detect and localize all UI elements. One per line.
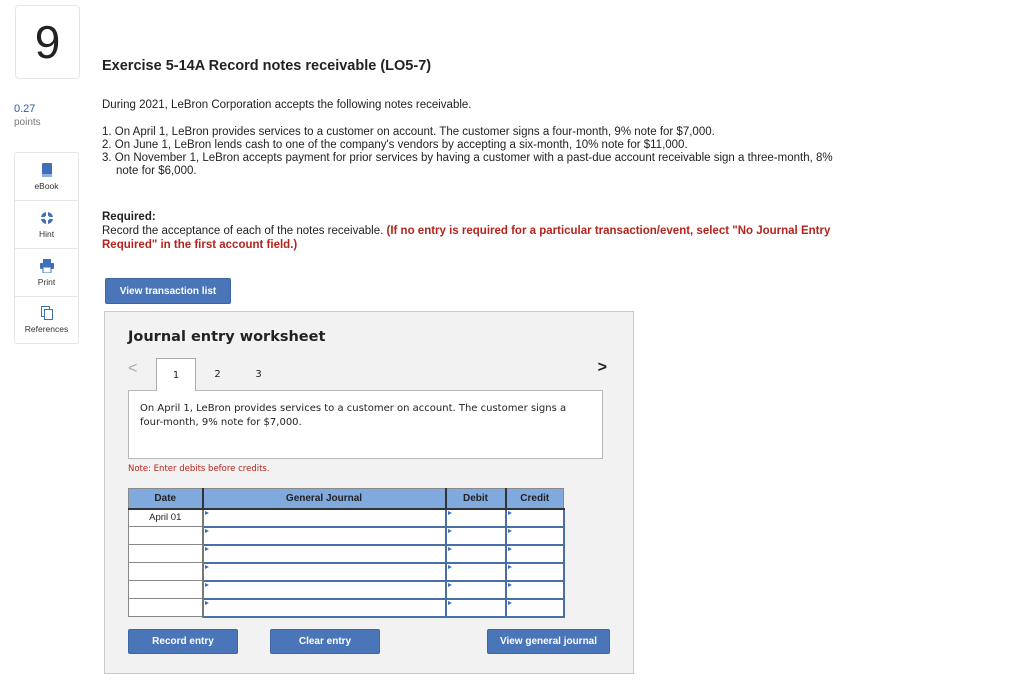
- print-button[interactable]: Print: [14, 248, 79, 296]
- table-row: [128, 561, 565, 582]
- ebook-button[interactable]: eBook: [14, 152, 79, 200]
- points-label: points: [14, 117, 41, 128]
- debit-input[interactable]: [444, 543, 507, 564]
- account-input[interactable]: [201, 597, 447, 618]
- column-header-debit: Debit: [445, 488, 507, 510]
- debit-input[interactable]: [444, 579, 507, 600]
- account-input[interactable]: [201, 561, 447, 582]
- table-header-row: Date General Journal Debit Credit: [128, 488, 564, 510]
- date-cell: [128, 544, 204, 563]
- journal-entry-worksheet: Journal entry worksheet < 1 2 3 > On Apr…: [104, 311, 634, 674]
- book-icon: [41, 162, 52, 177]
- account-input[interactable]: [201, 579, 447, 600]
- journal-table: Date General Journal Debit Credit April …: [128, 488, 565, 618]
- date-cell: [128, 526, 204, 545]
- table-row: [128, 579, 565, 600]
- hint-label: Hint: [38, 228, 55, 239]
- exercise-intro: During 2021, LeBron Corporation accepts …: [102, 99, 472, 111]
- prev-arrow-icon[interactable]: <: [128, 360, 137, 378]
- account-input[interactable]: [201, 525, 447, 546]
- account-input[interactable]: [201, 543, 447, 564]
- required-text: Record the acceptance of each of the not…: [102, 225, 387, 237]
- references-label: References: [24, 324, 69, 334]
- date-cell: [128, 598, 204, 617]
- column-header-general-journal: General Journal: [202, 488, 447, 510]
- points-value: 0.27: [14, 103, 36, 115]
- transaction-item: 1. On April 1, LeBron provides services …: [102, 126, 715, 138]
- print-label: Print: [37, 276, 56, 287]
- ebook-label: eBook: [34, 180, 59, 191]
- debit-input[interactable]: [444, 525, 507, 546]
- debit-input[interactable]: [444, 597, 507, 618]
- column-header-date: Date: [128, 488, 204, 510]
- transaction-list: 1. On April 1, LeBron provides services …: [102, 126, 852, 178]
- side-tools: eBook Hint Print References: [14, 152, 79, 344]
- lifebuoy-icon: [40, 211, 53, 224]
- debit-input[interactable]: [444, 561, 507, 582]
- table-row: [128, 597, 565, 618]
- transaction-item: 2. On June 1, LeBron lends cash to one o…: [102, 139, 688, 151]
- tab-3[interactable]: 3: [246, 358, 271, 391]
- credit-input[interactable]: [504, 543, 565, 564]
- credit-input[interactable]: [504, 561, 565, 582]
- credit-input[interactable]: [504, 597, 565, 618]
- tab-2[interactable]: 2: [205, 358, 230, 391]
- documents-icon: [40, 306, 53, 320]
- credit-input[interactable]: [504, 579, 565, 600]
- transaction-description: On April 1, LeBron provides services to …: [128, 390, 603, 459]
- credit-input[interactable]: [504, 507, 565, 528]
- column-header-credit: Credit: [505, 488, 564, 510]
- required-section: Required: Record the acceptance of each …: [102, 210, 862, 252]
- clear-entry-button[interactable]: Clear entry: [270, 629, 380, 654]
- record-entry-button[interactable]: Record entry: [128, 629, 238, 654]
- required-heading: Required:: [102, 211, 156, 223]
- view-transaction-list-button[interactable]: View transaction list: [105, 278, 231, 304]
- date-cell: [128, 562, 204, 581]
- references-button[interactable]: References: [14, 296, 79, 344]
- worksheet-title: Journal entry worksheet: [128, 329, 326, 345]
- date-cell: [128, 580, 204, 599]
- printer-icon: [39, 258, 54, 273]
- date-cell: April 01: [128, 508, 204, 527]
- transaction-item: 3. On November 1, LeBron accepts payment…: [102, 152, 833, 177]
- tab-1[interactable]: 1: [156, 358, 196, 391]
- exercise-title: Exercise 5-14A Record notes receivable (…: [102, 58, 432, 74]
- table-row: April 01: [128, 507, 565, 528]
- hint-button[interactable]: Hint: [14, 200, 79, 248]
- credit-input[interactable]: [504, 525, 565, 546]
- debit-credit-note: Note: Enter debits before credits.: [128, 464, 270, 474]
- debit-input[interactable]: [444, 507, 507, 528]
- view-general-journal-button[interactable]: View general journal: [487, 629, 610, 654]
- account-input[interactable]: [201, 507, 447, 528]
- table-row: [128, 543, 565, 564]
- table-row: [128, 525, 565, 546]
- next-arrow-icon[interactable]: >: [598, 359, 607, 377]
- question-number: 9: [15, 5, 80, 79]
